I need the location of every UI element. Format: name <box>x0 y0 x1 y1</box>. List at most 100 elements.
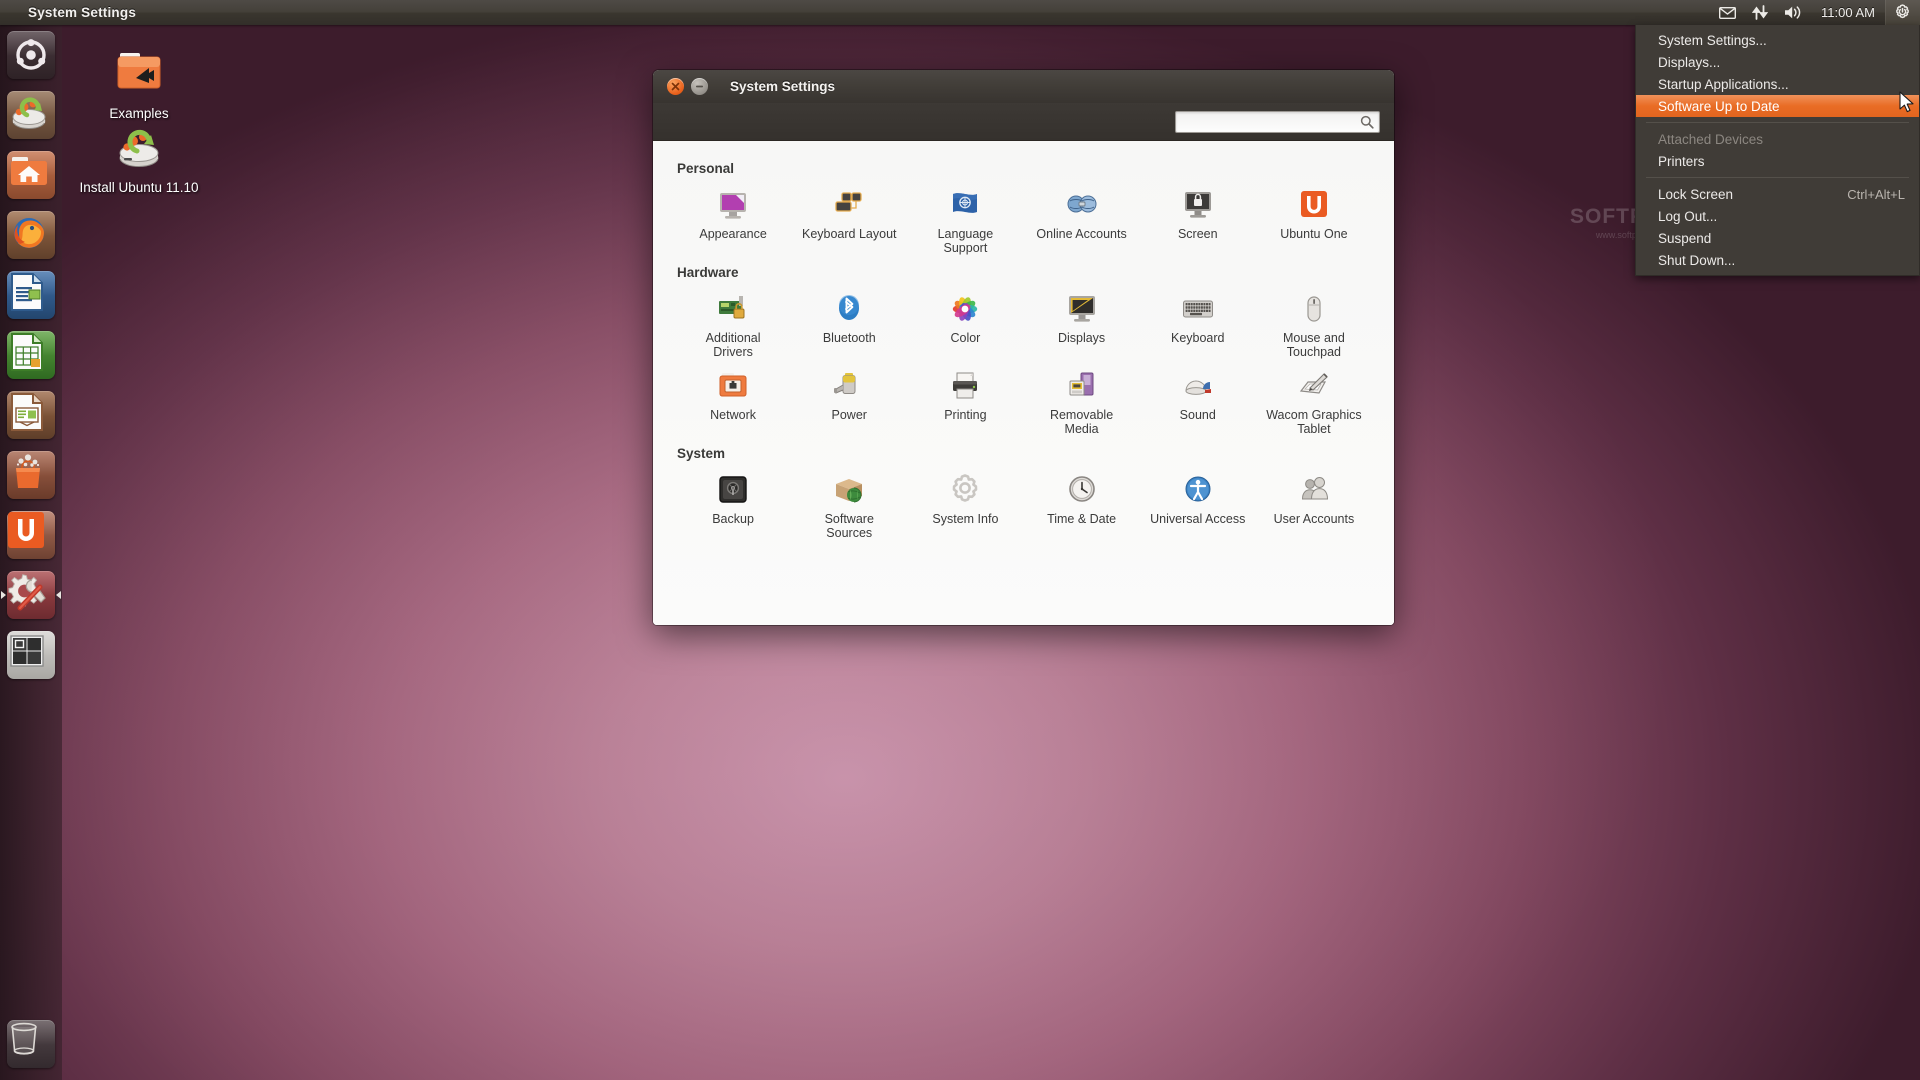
ubuntu-one-u-icon <box>7 511 55 559</box>
menu-item-label: Software Up to Date <box>1658 98 1780 114</box>
menu-item-label: Printers <box>1658 153 1705 169</box>
settings-item-label: Keyboard <box>1170 331 1225 345</box>
menu-item-system-settings[interactable]: System Settings... <box>1636 29 1919 51</box>
spreadsheet-calc-icon <box>7 331 55 379</box>
settings-item-universal-access[interactable]: Universal Access <box>1140 467 1256 544</box>
section-grid-hardware: Additional Drivers Bluetooth Color Displa… <box>675 286 1372 440</box>
language-flag-icon <box>948 188 982 222</box>
settings-item-label: Ubuntu One <box>1280 227 1348 241</box>
menu-item-shut-down[interactable]: Shut Down... <box>1636 249 1919 271</box>
launcher-item-firefox[interactable] <box>0 205 62 265</box>
settings-item-label: System Info <box>932 512 999 526</box>
power-battery-icon <box>832 369 866 403</box>
settings-item-keyboard-layout[interactable]: Keyboard Layout <box>791 182 907 259</box>
desktop-icon-install-ubuntu[interactable]: Install Ubuntu 11.10 <box>64 122 214 195</box>
search-box[interactable] <box>1175 110 1380 133</box>
window-minimize-icon[interactable] <box>691 78 708 95</box>
settings-item-label: Color <box>950 331 981 345</box>
settings-item-label: User Accounts <box>1273 512 1355 526</box>
settings-item-color[interactable]: Color <box>907 286 1023 363</box>
settings-item-backup[interactable]: Backup <box>675 467 791 544</box>
settings-item-label: Displays <box>1057 331 1106 345</box>
launcher-item-workspace-switcher[interactable] <box>0 625 62 685</box>
settings-item-time-date[interactable]: Time & Date <box>1023 467 1139 544</box>
settings-item-label: Screen <box>1177 227 1218 241</box>
keyboard-layout-icon <box>832 188 866 222</box>
launcher-running-arrow-left-icon <box>1 591 6 599</box>
settings-item-keyboard[interactable]: Keyboard <box>1140 286 1256 363</box>
launcher-item-system-settings[interactable] <box>0 565 62 625</box>
settings-item-label: Time & Date <box>1047 512 1117 526</box>
settings-item-label: Removable Media <box>1049 408 1114 436</box>
search-input[interactable] <box>1181 114 1360 129</box>
clock-indicator[interactable]: 11:00 AM <box>1811 5 1885 20</box>
menu-item-label: Attached Devices <box>1658 131 1764 147</box>
launcher-item-install-ubuntu[interactable] <box>0 85 62 145</box>
settings-item-bluetooth[interactable]: Bluetooth <box>791 286 907 363</box>
menu-item-suspend[interactable]: Suspend <box>1636 227 1919 249</box>
section-grid-system: Backup Software Sources System Info Time… <box>675 467 1372 544</box>
settings-item-sound[interactable]: Sound <box>1140 363 1256 440</box>
ubuntu-dash-icon <box>7 31 55 79</box>
launcher-item-libreoffice-writer[interactable] <box>0 265 62 325</box>
launcher-focused-arrow-right-icon <box>56 591 61 599</box>
gear-wrench-icon <box>7 571 55 619</box>
launcher-item-trash[interactable] <box>0 1014 62 1074</box>
settings-item-software-sources[interactable]: Software Sources <box>791 467 907 544</box>
settings-item-mouse-and-touchpad[interactable]: Mouse and Touchpad <box>1256 286 1372 363</box>
menu-item-lock-screen[interactable]: Lock Screen Ctrl+Alt+L <box>1636 183 1919 205</box>
launcher-item-home-folder[interactable] <box>0 145 62 205</box>
session-indicator-menu[interactable]: System Settings... Displays... Startup App… <box>1635 25 1920 276</box>
launcher-item-ubuntu-one[interactable] <box>0 505 62 565</box>
menu-item-startup-applications[interactable]: Startup Applications... <box>1636 73 1919 95</box>
menu-item-label: Suspend <box>1658 230 1712 246</box>
menu-item-log-out[interactable]: Log Out... <box>1636 205 1919 227</box>
menu-item-label: System Settings... <box>1658 32 1767 48</box>
folder-link-icon <box>117 53 161 89</box>
settings-item-power[interactable]: Power <box>791 363 907 440</box>
settings-item-online-accounts[interactable]: Online Accounts <box>1023 182 1139 259</box>
desktop-icon-examples[interactable]: Examples <box>64 48 214 121</box>
settings-item-system-info[interactable]: System Info <box>907 467 1023 544</box>
settings-item-ubuntu-one[interactable]: Ubuntu One <box>1256 182 1372 259</box>
launcher-item-libreoffice-calc[interactable] <box>0 325 62 385</box>
settings-item-displays[interactable]: Displays <box>1023 286 1139 363</box>
menu-item-software-up-to-date[interactable]: Software Up to Date <box>1636 95 1919 117</box>
menu-separator <box>1646 122 1909 123</box>
settings-item-label: Wacom Graphics Tablet <box>1266 408 1362 436</box>
settings-item-printing[interactable]: Printing <box>907 363 1023 440</box>
settings-item-removable-media[interactable]: Removable Media <box>1023 363 1139 440</box>
wacom-tablet-icon <box>1297 369 1331 403</box>
settings-item-language-support[interactable]: Language Support <box>907 182 1023 259</box>
settings-item-label: Sound <box>1179 408 1216 422</box>
desktop-icon-label: Install Ubuntu 11.10 <box>79 180 199 195</box>
menu-item-printers[interactable]: Printers <box>1636 150 1919 172</box>
settings-item-label: Bluetooth <box>822 331 876 345</box>
settings-item-additional-drivers[interactable]: Additional Drivers <box>675 286 791 363</box>
window-close-icon[interactable] <box>667 78 684 95</box>
settings-item-screen[interactable]: Screen <box>1140 182 1256 259</box>
settings-item-appearance[interactable]: Appearance <box>675 182 791 259</box>
section-title-system: System <box>677 446 726 461</box>
menu-item-attached-devices: Attached Devices <box>1636 128 1919 150</box>
keyboard-icon <box>1181 292 1215 326</box>
window-titlebar[interactable]: System Settings <box>653 70 1394 103</box>
network-indicator-icon[interactable] <box>1744 0 1776 25</box>
settings-item-wacom-graphics-tablet[interactable]: Wacom Graphics Tablet <box>1256 363 1372 440</box>
sound-indicator-icon[interactable] <box>1776 0 1811 25</box>
panel-app-title: System Settings <box>28 5 137 20</box>
color-wheel-icon <box>948 292 982 326</box>
power-gear-icon[interactable] <box>1885 0 1920 25</box>
settings-item-label: Online Accounts <box>1036 227 1127 241</box>
menu-item-displays[interactable]: Displays... <box>1636 51 1919 73</box>
launcher-item-ubuntu-software-center[interactable] <box>0 445 62 505</box>
launcher-item-dash-home[interactable] <box>0 25 62 85</box>
settings-item-label: Software Sources <box>824 512 874 540</box>
launcher-item-libreoffice-impress[interactable] <box>0 385 62 445</box>
settings-item-network[interactable]: Network <box>675 363 791 440</box>
messaging-indicator-icon[interactable] <box>1711 0 1744 25</box>
hardware-card-lock-icon <box>716 292 750 326</box>
settings-item-user-accounts[interactable]: User Accounts <box>1256 467 1372 544</box>
settings-item-label: Language Support <box>937 227 994 255</box>
menu-separator <box>1646 177 1909 178</box>
